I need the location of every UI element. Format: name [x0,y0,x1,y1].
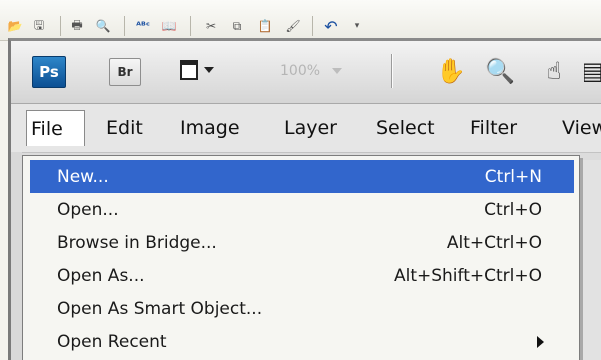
document-area [578,160,601,360]
toolbar-separator [60,16,61,36]
chevron-down-icon [332,68,343,74]
menu-item-shortcut: Alt+Shift+Ctrl+O [393,266,542,286]
zoom-tool-icon[interactable]: 🔍 [483,54,517,88]
undo-icon[interactable]: ↶ [320,16,342,36]
chevron-down-icon [204,67,214,73]
menu-filter[interactable]: Filter [466,110,521,146]
screen: 📂 🖫 🖶 🔍 ᴬᴮᶜ 📖 ✂ ⧉ 📋 🖌 ↶ ▾ Ps Br 100% ✋ 🔍… [0,0,601,360]
menu-select[interactable]: Select [372,110,439,146]
file-menu-item-new[interactable]: New... Ctrl+N [30,160,574,193]
file-menu-item-open-recent[interactable]: Open Recent [30,325,574,358]
toolbar-separator [190,16,191,36]
menu-item-shortcut: Alt+Ctrl+O [446,233,542,253]
menu-item-label: Open As Smart Object... [57,299,263,319]
menu-layer[interactable]: Layer [280,110,341,146]
photoshop-logo: Ps [32,56,66,88]
toolbar-separator [312,16,313,36]
save-icon[interactable]: 🖫 [28,16,50,36]
copy-icon[interactable]: ⧉ [226,16,248,36]
format-painter-icon[interactable]: 🖌 [282,16,304,36]
launch-bridge-button[interactable]: Br [109,58,141,86]
paste-icon[interactable]: 📋 [254,16,276,36]
menu-item-shortcut: Ctrl+O [484,200,542,220]
menu-item-label: New... [57,167,109,187]
menu-item-label: Open Recent [57,332,167,352]
app-bar-separator [391,54,392,88]
hand-tool-icon[interactable]: ✋ [434,54,468,88]
file-menu-item-open-as-smart-object[interactable]: Open As Smart Object... [30,292,574,325]
menu-item-label: Open As... [57,266,145,286]
menu-item-label: Open... [57,200,119,220]
screen-mode-button[interactable] [180,58,214,82]
menu-view[interactable]: View [558,110,601,146]
toolbar-separator [124,16,125,36]
undo-dropdown-icon[interactable]: ▾ [346,16,368,36]
cut-icon[interactable]: ✂ [200,16,222,36]
file-menu-item-open[interactable]: Open... Ctrl+O [30,193,574,226]
menu-file[interactable]: File [26,110,85,146]
research-icon[interactable]: 📖 [158,16,180,36]
workspace-edge [11,152,22,360]
host-toolbar: 📂 🖫 🖶 🔍 ᴬᴮᶜ 📖 ✂ ⧉ 📋 🖌 ↶ ▾ [0,0,601,41]
arrange-documents-icon[interactable]: ▤ [584,54,601,88]
zoom-level-value: 100% [280,63,321,79]
open-icon[interactable]: 📂 [4,16,26,36]
menu-item-label: Browse in Bridge... [57,233,217,253]
zoom-level-select[interactable]: 100% [280,60,343,82]
print-preview-icon[interactable]: 🔍 [92,16,114,36]
spelling-icon[interactable]: ᴬᴮᶜ [132,16,154,36]
chevron-right-icon [537,336,544,348]
print-icon[interactable]: 🖶 [66,16,88,36]
menu-edit[interactable]: Edit [102,110,147,146]
rotate-view-tool-icon[interactable]: ☝ [537,54,571,88]
screen-mode-icon [180,60,198,80]
file-menu-item-open-as[interactable]: Open As... Alt+Shift+Ctrl+O [30,259,574,292]
file-menu-item-browse-in-bridge[interactable]: Browse in Bridge... Alt+Ctrl+O [30,226,574,259]
menu-image[interactable]: Image [176,110,244,146]
menu-item-shortcut: Ctrl+N [484,167,542,187]
